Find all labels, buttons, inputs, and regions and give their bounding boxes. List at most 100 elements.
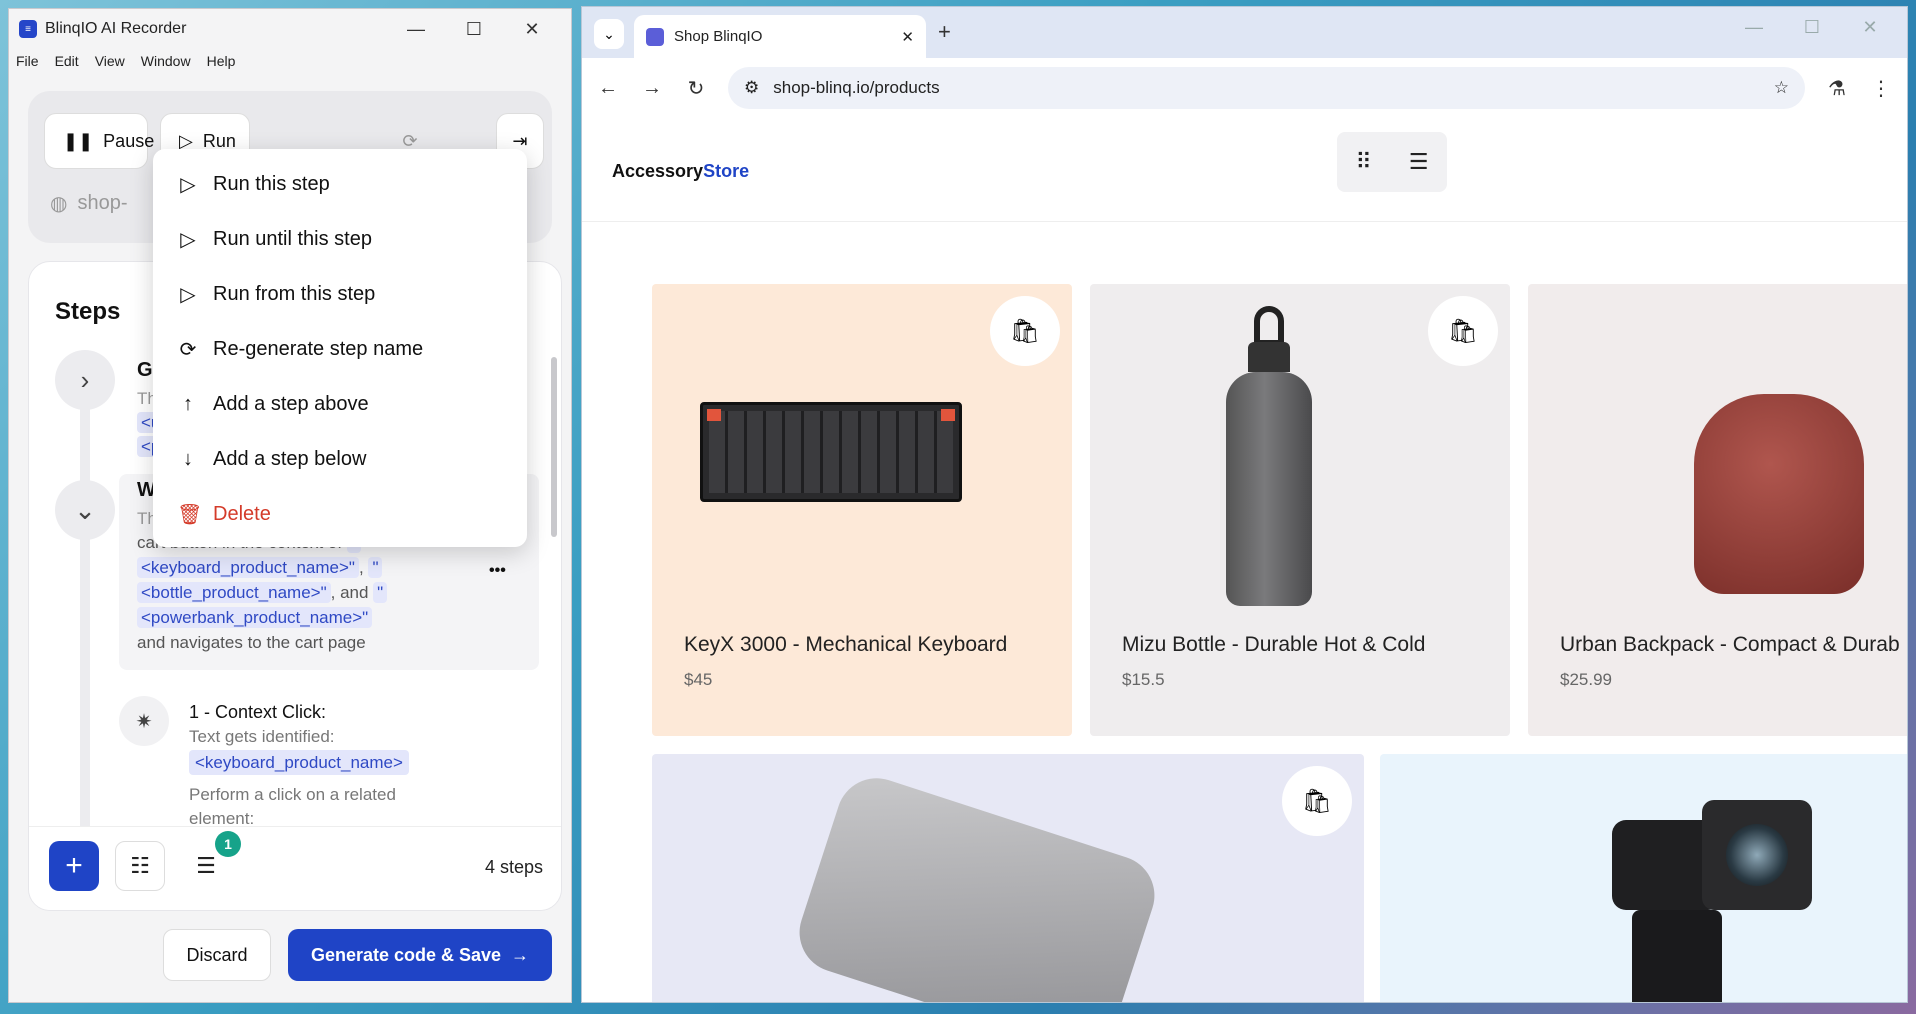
generate-save-button[interactable]: Generate code & Save → bbox=[288, 929, 552, 981]
substep-line2: Perform a click on a related bbox=[189, 785, 396, 804]
step2-line5: <powerbank_product_name>" bbox=[137, 605, 373, 630]
list-icon: ☰ bbox=[196, 853, 216, 878]
browser-close-button[interactable]: ✕ bbox=[1841, 17, 1899, 38]
gimbal-camera-image bbox=[1602, 800, 1812, 1002]
pause-button[interactable]: ❚❚ Pause bbox=[44, 113, 154, 169]
chevron-down-icon: ⌄ bbox=[74, 494, 96, 525]
menu-help[interactable]: Help bbox=[207, 53, 236, 69]
browser-maximize-button[interactable]: ☐ bbox=[1783, 17, 1841, 38]
filter-icon[interactable]: ☰ bbox=[1409, 149, 1429, 175]
more-options-icon[interactable]: ••• bbox=[489, 558, 506, 583]
steps-title: Steps bbox=[55, 298, 121, 325]
store-logo[interactable]: AccessoryStore bbox=[612, 161, 749, 182]
checklist-button[interactable]: ☷ bbox=[115, 841, 165, 891]
powerbank-image bbox=[789, 767, 1165, 1002]
menu-edit[interactable]: Edit bbox=[55, 53, 79, 69]
menu-add-step-below[interactable]: ↓ Add a step below bbox=[153, 432, 527, 487]
tab-title: Shop BlinqIO bbox=[674, 28, 763, 45]
trash-icon: 🗑 bbox=[177, 504, 203, 526]
globe-icon: ◍ bbox=[50, 193, 68, 215]
product-price: $15.5 bbox=[1122, 670, 1165, 689]
browser-window: ⌄ Shop BlinqIO ✕ + — ☐ ✕ ← → ↻ ⚙ shop-bl… bbox=[581, 6, 1908, 1003]
browser-minimize-button[interactable]: — bbox=[1725, 17, 1783, 38]
bookmark-star-icon[interactable]: ☆ bbox=[1774, 78, 1789, 98]
tab-close-icon[interactable]: ✕ bbox=[901, 28, 914, 46]
menu-delete[interactable]: 🗑 Delete bbox=[153, 487, 527, 542]
expand-step-button[interactable]: › bbox=[55, 350, 115, 410]
backpack-image bbox=[1694, 394, 1864, 594]
substep-title: 1 - Context Click: bbox=[189, 702, 327, 722]
reload-icon[interactable]: ↻ bbox=[684, 76, 708, 101]
close-button[interactable]: ✕ bbox=[503, 19, 561, 40]
steps-count: 4 steps bbox=[484, 857, 543, 877]
step2-line6: and navigates to the cart page bbox=[137, 633, 366, 652]
recorder-title: BlinqIO AI Recorder bbox=[45, 20, 187, 37]
bottle-image bbox=[1226, 306, 1312, 606]
address-bar[interactable]: ⚙ shop-blinq.io/products ☆ bbox=[728, 67, 1805, 109]
recorder-titlebar: ≡ BlinqIO AI Recorder — ☐ ✕ bbox=[9, 9, 571, 49]
menu-regenerate-name[interactable]: ⟳ Re-generate step name bbox=[153, 322, 527, 377]
tab-search-button[interactable]: ⌄ bbox=[594, 19, 624, 49]
timeline-line bbox=[80, 370, 90, 840]
store-header: AccessoryStore ⠿ ☰ bbox=[582, 118, 1907, 222]
discard-button[interactable]: Discard bbox=[163, 929, 271, 981]
menu-kebab-icon[interactable]: ⋮ bbox=[1869, 76, 1893, 101]
maximize-button[interactable]: ☐ bbox=[445, 19, 503, 40]
view-toggle: ⠿ ☰ bbox=[1337, 132, 1447, 192]
product-name: KeyX 3000 - Mechanical Keyboard bbox=[684, 633, 1008, 656]
product-card[interactable] bbox=[1380, 754, 1907, 1002]
add-to-cart-button[interactable]: 🛍 bbox=[1282, 766, 1352, 836]
menu-run-until-step[interactable]: ▷ Run until this step bbox=[153, 212, 527, 267]
menu-file[interactable]: File bbox=[16, 53, 39, 69]
pause-label: Pause bbox=[103, 130, 155, 151]
collapse-step-button[interactable]: ⌄ bbox=[55, 480, 115, 540]
menu-window[interactable]: Window bbox=[141, 53, 191, 69]
product-card[interactable]: 🛍 bbox=[652, 754, 1364, 1002]
add-to-cart-button[interactable]: 🛍 bbox=[1428, 296, 1498, 366]
pause-icon: ❚❚ bbox=[63, 130, 94, 151]
product-name: Urban Backpack - Compact & Durab bbox=[1560, 633, 1900, 656]
add-step-button[interactable]: + bbox=[49, 841, 99, 891]
scrollbar[interactable] bbox=[551, 357, 557, 537]
product-name: Mizu Bottle - Durable Hot & Cold bbox=[1122, 633, 1426, 656]
product-price: $25.99 bbox=[1560, 670, 1612, 689]
product-price: $45 bbox=[684, 670, 713, 689]
generate-label: Generate code & Save bbox=[310, 944, 502, 965]
plus-icon: + bbox=[65, 849, 83, 882]
favicon-icon bbox=[646, 27, 664, 46]
new-tab-button[interactable]: + bbox=[938, 19, 951, 45]
step2-line3: <keyboard_product_name>", " bbox=[137, 555, 383, 580]
product-card[interactable]: Urban Backpack - Compact & Durab $25.99 bbox=[1528, 284, 1907, 736]
step2-line4: <bottle_product_name>", and " bbox=[137, 580, 388, 605]
store-page: AccessoryStore ⠿ ☰ 🛍 KeyX 3000 - Mechani… bbox=[582, 118, 1907, 1002]
menu-run-this-step[interactable]: ▷ Run this step bbox=[153, 157, 527, 212]
arrow-down-icon: ↓ bbox=[183, 448, 193, 470]
back-icon[interactable]: ← bbox=[596, 77, 620, 100]
menu-view[interactable]: View bbox=[95, 53, 125, 69]
site-settings-icon[interactable]: ⚙ bbox=[744, 78, 759, 98]
product-card[interactable]: 🛍 KeyX 3000 - Mechanical Keyboard $45 bbox=[652, 284, 1072, 736]
recorder-window: ≡ BlinqIO AI Recorder — ☐ ✕ File Edit Vi… bbox=[8, 8, 572, 1003]
menu-run-from-step[interactable]: ▷ Run from this step bbox=[153, 267, 527, 322]
keyboard-image bbox=[700, 402, 962, 502]
arrow-right-icon: → bbox=[511, 944, 530, 965]
add-to-cart-button[interactable]: 🛍 bbox=[990, 296, 1060, 366]
checklist-icon: ☷ bbox=[130, 853, 150, 878]
browser-toolbar: ← → ↻ ⚙ shop-blinq.io/products ☆ ⚗ ⋮ bbox=[582, 58, 1907, 118]
menu-add-step-above[interactable]: ↑ Add a step above bbox=[153, 377, 527, 432]
shopping-bag-icon: 🛍 bbox=[1009, 317, 1041, 345]
labs-flask-icon[interactable]: ⚗ bbox=[1825, 76, 1849, 101]
arrow-up-icon: ↑ bbox=[183, 393, 193, 415]
minimize-button[interactable]: — bbox=[387, 19, 445, 40]
product-card[interactable]: 🛍 Mizu Bottle - Durable Hot & Cold $15.5 bbox=[1090, 284, 1510, 736]
refresh-icon: ⟳ bbox=[179, 339, 197, 361]
tab-shop[interactable]: Shop BlinqIO ✕ bbox=[634, 15, 926, 58]
steps-bottom-bar: + ☷ ☰ 1 4 steps bbox=[29, 826, 561, 910]
forward-icon[interactable]: → bbox=[640, 77, 664, 100]
step1-title: G bbox=[137, 359, 153, 381]
play-icon: ▷ bbox=[180, 174, 196, 196]
url-partial: shop- bbox=[77, 192, 128, 214]
step-context-menu: ▷ Run this step ▷ Run until this step ▷ Run… bbox=[153, 149, 527, 547]
grid-view-icon[interactable]: ⠿ bbox=[1356, 149, 1372, 175]
click-action-icon: ✷ bbox=[119, 696, 169, 746]
